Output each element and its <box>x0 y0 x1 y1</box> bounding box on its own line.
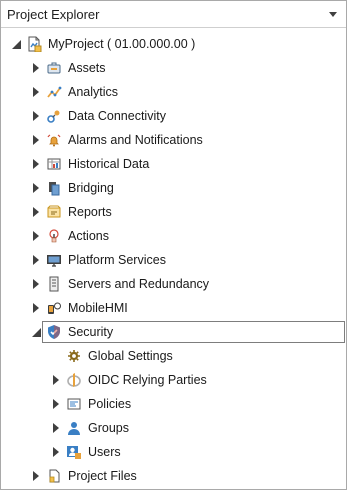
tree-item-label: Bridging <box>68 181 114 195</box>
data-connectivity-icon <box>46 108 62 124</box>
tree-item-platform-services[interactable]: Platform Services <box>1 248 346 272</box>
tree-item-label: Servers and Redundancy <box>68 277 210 291</box>
alarm-icon <box>46 132 62 148</box>
tree-item-analytics[interactable]: Analytics <box>1 80 346 104</box>
monitor-icon <box>46 252 62 268</box>
mobile-icon <box>46 300 62 316</box>
collapsed-arrow-icon[interactable] <box>31 231 41 241</box>
tree-item-label: Actions <box>68 229 109 243</box>
tree-item-label: Global Settings <box>88 349 173 363</box>
openid-icon <box>66 372 82 388</box>
tree-item-bridging[interactable]: Bridging <box>1 176 346 200</box>
tree-item-oidc-relying-parties[interactable]: OIDC Relying Parties <box>1 368 346 392</box>
panel-header: Project Explorer <box>1 1 346 28</box>
expanded-arrow-icon[interactable] <box>31 327 41 337</box>
tree-item-label: OIDC Relying Parties <box>88 373 207 387</box>
collapsed-arrow-icon[interactable] <box>51 423 61 433</box>
tree-item-mobilehmi[interactable]: MobileHMI <box>1 296 346 320</box>
collapsed-arrow-icon[interactable] <box>31 207 41 217</box>
tree-item-users[interactable]: Users <box>1 440 346 464</box>
collapsed-arrow-icon[interactable] <box>51 375 61 385</box>
tree-item-label: Reports <box>68 205 112 219</box>
chevron-down-icon <box>329 11 337 17</box>
tree-item-label: Policies <box>88 397 132 411</box>
tree-item-data-connectivity[interactable]: Data Connectivity <box>1 104 346 128</box>
tree-item-policies[interactable]: Policies <box>1 392 346 416</box>
tree-item-label: Groups <box>88 421 129 435</box>
group-icon <box>66 420 82 436</box>
tree-item-label: Analytics <box>68 85 119 99</box>
actions-icon <box>46 228 62 244</box>
tree-item-label: Alarms and Notifications <box>68 133 203 147</box>
reports-icon <box>46 204 62 220</box>
collapsed-arrow-icon[interactable] <box>51 399 61 409</box>
collapsed-arrow-icon[interactable] <box>31 87 41 97</box>
project-file-icon <box>26 36 42 52</box>
server-icon <box>46 276 62 292</box>
tree-item-myproject-01-00-000-00[interactable]: MyProject ( 01.00.000.00 ) <box>1 32 346 56</box>
project-files-icon <box>46 468 62 484</box>
tree-item-global-settings[interactable]: Global Settings <box>1 344 346 368</box>
collapsed-arrow-icon[interactable] <box>31 471 41 481</box>
panel-menu-dropdown[interactable] <box>326 7 340 21</box>
tree-item-servers-and-redundancy[interactable]: Servers and Redundancy <box>1 272 346 296</box>
historical-data-icon <box>46 156 62 172</box>
panel-title: Project Explorer <box>7 6 100 22</box>
policy-icon <box>66 396 82 412</box>
tree-item-groups[interactable]: Groups <box>1 416 346 440</box>
tree-item-alarms-and-notifications[interactable]: Alarms and Notifications <box>1 128 346 152</box>
tree-item-actions[interactable]: Actions <box>1 224 346 248</box>
tree-item-assets[interactable]: Assets <box>1 56 346 80</box>
analytics-icon <box>46 84 62 100</box>
assets-icon <box>46 60 62 76</box>
collapsed-arrow-icon[interactable] <box>31 135 41 145</box>
tree-item-historical-data[interactable]: Historical Data <box>1 152 346 176</box>
tree-item-label: MyProject ( 01.00.000.00 ) <box>48 37 196 51</box>
collapsed-arrow-icon[interactable] <box>31 63 41 73</box>
bridging-icon <box>46 180 62 196</box>
expanded-arrow-icon[interactable] <box>11 39 21 49</box>
tree-item-reports[interactable]: Reports <box>1 200 346 224</box>
tree-item-label: Platform Services <box>68 253 166 267</box>
tree-item-label: Users <box>88 445 121 459</box>
collapsed-arrow-icon[interactable] <box>31 303 41 313</box>
tree-item-security[interactable]: Security <box>1 320 346 344</box>
collapsed-arrow-icon[interactable] <box>31 183 41 193</box>
tree-item-label: Data Connectivity <box>68 109 166 123</box>
project-explorer-panel: Project Explorer MyProject ( 01.00.000.0… <box>0 0 347 490</box>
gear-icon <box>66 348 82 364</box>
collapsed-arrow-icon[interactable] <box>31 255 41 265</box>
shield-icon <box>46 324 62 340</box>
tree-item-project-files[interactable]: Project Files <box>1 464 346 488</box>
collapsed-arrow-icon[interactable] <box>51 447 61 457</box>
collapsed-arrow-icon[interactable] <box>31 279 41 289</box>
users-icon <box>66 444 82 460</box>
project-tree: MyProject ( 01.00.000.00 ) Assets Analytic… <box>1 28 346 488</box>
collapsed-arrow-icon[interactable] <box>31 159 41 169</box>
tree-item-label: Project Files <box>68 469 137 483</box>
collapsed-arrow-icon[interactable] <box>31 111 41 121</box>
tree-item-label: Security <box>68 325 114 339</box>
tree-item-label: Historical Data <box>68 157 150 171</box>
tree-item-label: MobileHMI <box>68 301 128 315</box>
tree-item-label: Assets <box>68 61 106 75</box>
